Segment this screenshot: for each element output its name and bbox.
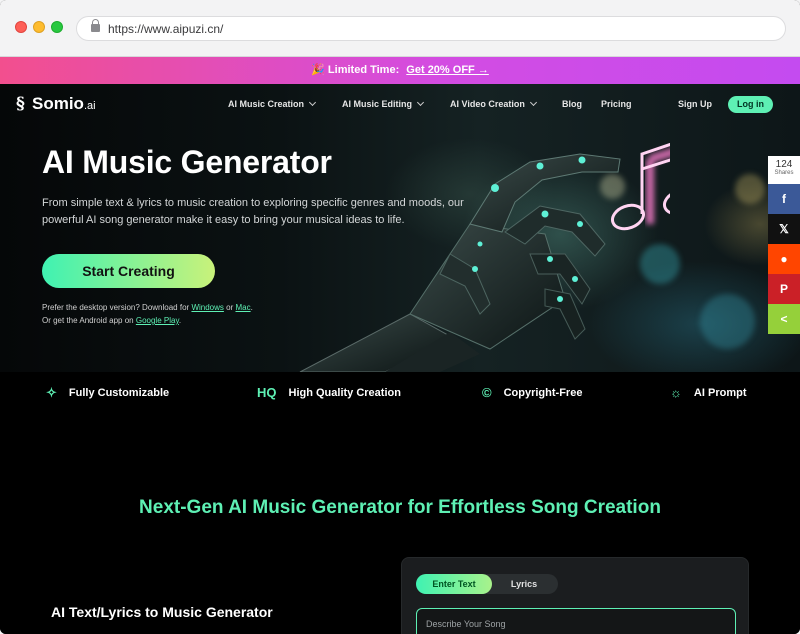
lightbulb-icon: ☼ [670,385,682,400]
hero-description: From simple text & lyrics to music creat… [42,197,464,226]
login-button[interactable]: Log in [728,96,773,113]
windows-link[interactable]: Windows [191,303,223,312]
section-title: Next-Gen AI Music Generator for Effortle… [139,497,661,518]
x-icon: 𝕏 [779,222,789,236]
browser-window: https://www.aipuzi.cn/ 🎉 Limited Time: G… [0,0,800,634]
android-prefix: Or get the Android app on [42,316,134,325]
magic-wand-icon: ✧ [46,385,57,400]
tab-enter-text[interactable]: Enter Text [416,574,492,594]
nav-label: AI Music Creation [228,99,305,109]
feature-copyright-free: © Copyright-Free [482,385,582,400]
section-subtitle: AI Text/Lyrics to Music Generator [51,604,273,620]
share-icon: < [780,312,788,326]
reddit-icon: ● [780,252,788,266]
logo-suffix: .ai [83,100,96,112]
download-or: or [226,303,234,312]
generator-panel: Enter Text Lyrics Describe Your Song [401,557,749,634]
logo-text: Somio [32,94,84,113]
minimize-window-button[interactable] [33,21,45,33]
bokeh-light [735,174,765,204]
hero-section: § Somio.ai AI Music Creation AI Music Edi… [0,84,800,372]
mode-tabs: Enter Text Lyrics [416,574,558,594]
page-title: AI Music Generator [42,144,332,180]
nav-blog[interactable]: Blog [562,99,582,109]
main-nav: § Somio.ai AI Music Creation AI Music Edi… [0,84,800,124]
facebook-icon: f [782,192,786,206]
close-window-button[interactable] [15,21,27,33]
google-play-link[interactable]: Google Play [136,316,179,325]
nav-label: AI Music Editing [342,99,413,109]
sharethis-button[interactable]: < [768,304,800,334]
reddit-share-button[interactable]: ● [768,244,800,274]
browser-chrome: https://www.aipuzi.cn/ [0,0,800,57]
pinterest-icon: P [779,282,788,296]
nav-label: AI Video Creation [450,99,525,109]
nav-ai-video-creation[interactable]: AI Video Creation [450,98,537,109]
nav-ai-music-editing[interactable]: AI Music Editing [342,98,425,109]
pinterest-share-button[interactable]: P [768,274,800,304]
share-count: 124 Shares [768,156,800,184]
lock-icon [91,19,100,32]
robot-hand-illustration [299,142,670,372]
address-bar[interactable]: https://www.aipuzi.cn/ [76,16,786,41]
download-prefix: Prefer the desktop version? Download for [42,303,190,312]
feature-label: Copyright-Free [503,386,583,399]
promo-text: 🎉 Limited Time: [311,64,400,76]
tab-lyrics[interactable]: Lyrics [494,574,554,594]
url-text: https://www.aipuzi.cn/ [108,22,224,36]
nav-ai-music-creation[interactable]: AI Music Creation [228,98,317,109]
mac-link[interactable]: Mac [235,303,250,312]
chevron-down-icon [416,98,425,107]
input-placeholder: Describe Your Song [426,619,506,629]
somio-logo[interactable]: § Somio.ai [16,94,96,114]
feature-fully-customizable: ✧ Fully Customizable [46,385,169,401]
x-share-button[interactable]: 𝕏 [768,214,800,244]
nav-pricing[interactable]: Pricing [601,99,632,109]
generator-section: Next-Gen AI Music Generator for Effortle… [0,417,800,634]
feature-label: High Quality Creation [288,386,401,399]
share-bar: 124 Shares f 𝕏 ● P < [768,156,800,334]
period: . [250,303,253,312]
feature-label: Fully Customizable [68,387,170,399]
facebook-share-button[interactable]: f [768,184,800,214]
feature-label: AI Prompt [693,386,747,399]
download-info: Prefer the desktop version? Download for… [42,301,253,327]
promo-link[interactable]: Get 20% OFF → [406,64,489,76]
chevron-down-icon [308,98,317,107]
hq-icon: HQ [257,385,277,400]
share-count-value: 124 [775,159,793,170]
start-creating-button[interactable]: Start Creating [42,254,215,288]
feature-high-quality: HQ High Quality Creation [257,385,401,400]
feature-ai-prompt: ☼ AI Prompt [670,385,746,400]
treble-clef-icon: § [16,94,25,114]
bokeh-light [700,294,755,349]
chevron-down-icon [529,98,537,107]
period: . [178,316,182,325]
maximize-window-button[interactable] [51,21,63,33]
promo-banner: 🎉 Limited Time: Get 20% OFF → [0,57,800,84]
describe-song-input[interactable]: Describe Your Song [416,608,736,634]
features-bar: ✧ Fully Customizable HQ High Quality Cre… [0,372,800,417]
copyright-icon: © [482,385,492,400]
share-count-label: Shares [774,170,794,176]
signup-link[interactable]: Sign Up [678,99,712,109]
